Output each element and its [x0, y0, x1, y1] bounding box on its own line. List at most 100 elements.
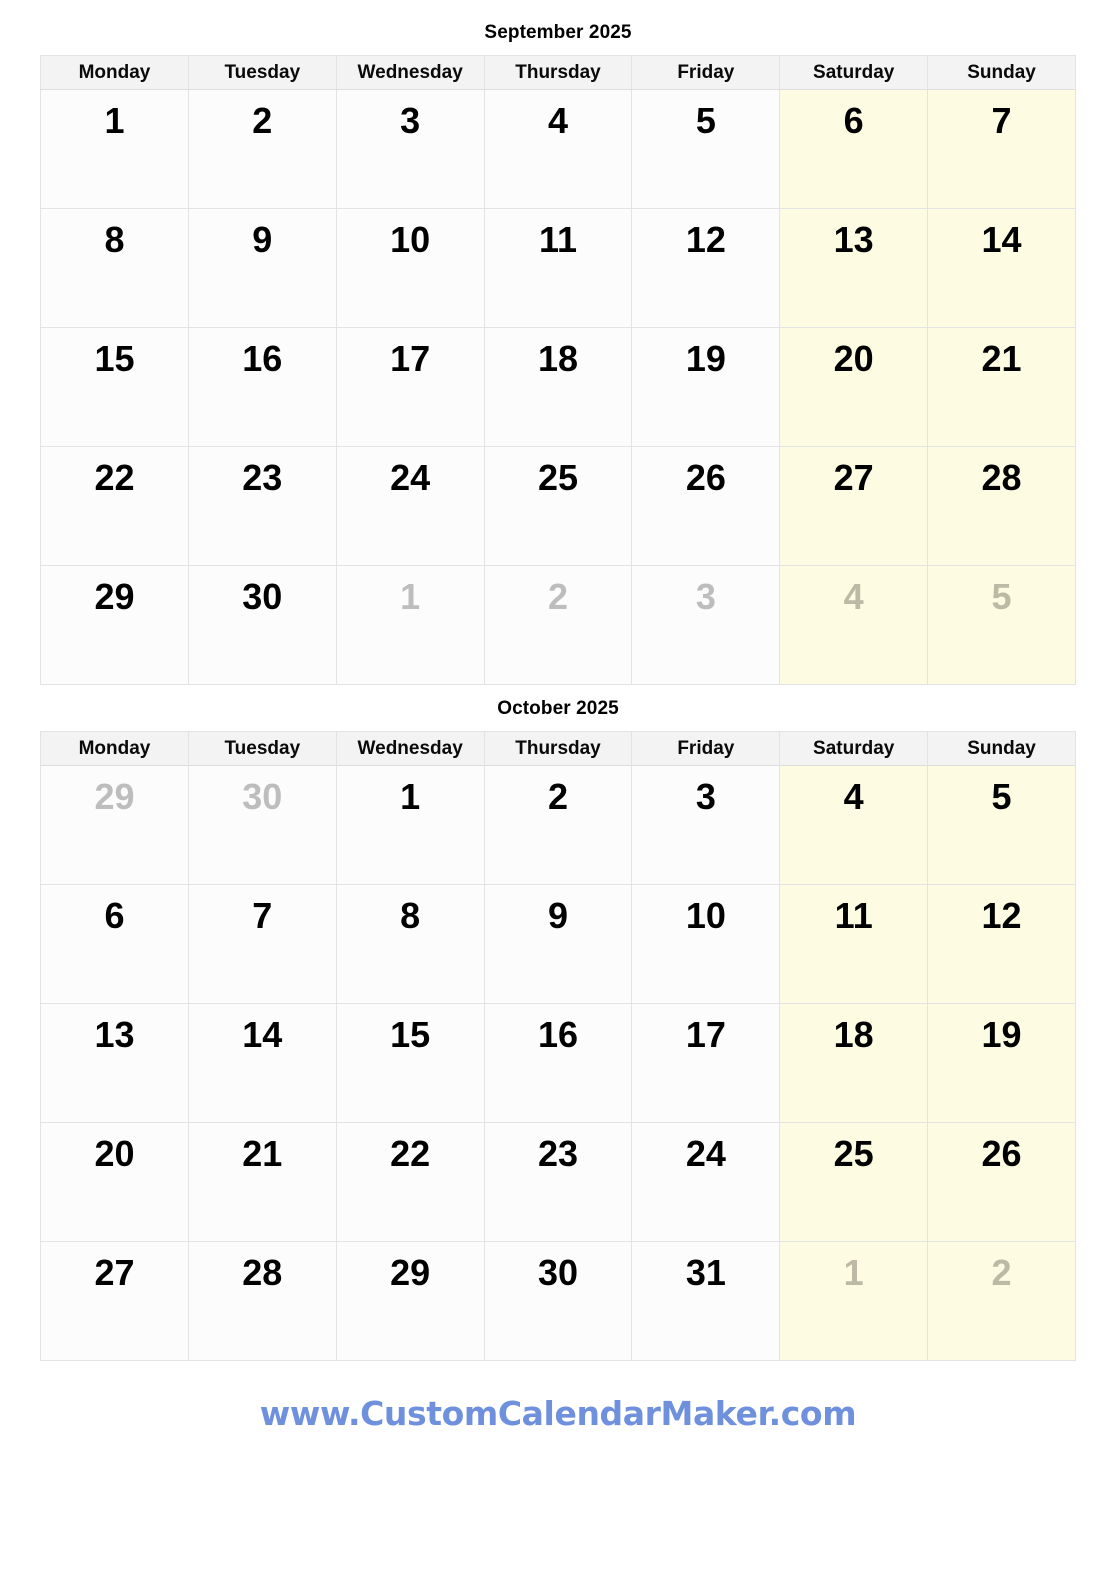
day-cell[interactable]: 22: [335, 1122, 485, 1242]
day-cell[interactable]: 12: [927, 884, 1076, 1004]
month-block-october: October 2025 Monday Tuesday Wednesday Thurs…: [0, 685, 1116, 1361]
day-cell[interactable]: 27: [40, 1241, 189, 1361]
day-number: 2: [252, 100, 273, 141]
day-cell[interactable]: 29: [40, 765, 189, 885]
day-number: 14: [242, 1014, 283, 1055]
day-cell[interactable]: 18: [483, 327, 633, 447]
day-number: 1: [400, 576, 421, 617]
weekday-header-friday: Friday: [631, 731, 781, 766]
day-cell[interactable]: 12: [631, 208, 781, 328]
day-cell[interactable]: 1: [40, 89, 189, 209]
day-cell[interactable]: 26: [631, 446, 781, 566]
day-cell[interactable]: 2: [483, 565, 633, 685]
day-cell[interactable]: 3: [631, 765, 781, 885]
day-cell[interactable]: 18: [779, 1003, 929, 1123]
day-cell[interactable]: 10: [631, 884, 781, 1004]
day-cell[interactable]: 30: [483, 1241, 633, 1361]
day-cell[interactable]: 6: [40, 884, 189, 1004]
day-cell[interactable]: 26: [927, 1122, 1076, 1242]
day-number: 22: [94, 457, 135, 498]
day-number: 28: [981, 457, 1022, 498]
weekday-header-saturday: Saturday: [779, 731, 929, 766]
day-cell[interactable]: 20: [40, 1122, 189, 1242]
weekday-header-tuesday: Tuesday: [187, 55, 337, 90]
day-number: 8: [104, 219, 125, 260]
day-cell[interactable]: 10: [335, 208, 485, 328]
day-cell[interactable]: 31: [631, 1241, 781, 1361]
day-cell[interactable]: 11: [779, 884, 929, 1004]
weekday-header-sunday: Sunday: [927, 55, 1076, 90]
day-cell[interactable]: 16: [187, 327, 337, 447]
day-cell[interactable]: 17: [631, 1003, 781, 1123]
day-number: 3: [695, 576, 716, 617]
day-cell[interactable]: 14: [187, 1003, 337, 1123]
day-cell[interactable]: 3: [631, 565, 781, 685]
day-number: 29: [390, 1252, 431, 1293]
day-number: 6: [104, 895, 125, 936]
day-cell[interactable]: 8: [335, 884, 485, 1004]
footer: www.CustomCalendarMaker.com: [0, 1361, 1116, 1433]
day-cell[interactable]: 30: [187, 765, 337, 885]
custom-calendar-maker-link[interactable]: www.CustomCalendarMaker.com: [260, 1394, 857, 1433]
day-cell[interactable]: 17: [335, 327, 485, 447]
day-cell[interactable]: 1: [335, 565, 485, 685]
day-cell[interactable]: 9: [187, 208, 337, 328]
day-cell[interactable]: 5: [631, 89, 781, 209]
day-cell[interactable]: 9: [483, 884, 633, 1004]
month-title: September 2025: [484, 22, 632, 43]
day-cell[interactable]: 3: [335, 89, 485, 209]
day-cell[interactable]: 15: [335, 1003, 485, 1123]
day-number: 29: [94, 576, 135, 617]
day-cell[interactable]: 27: [779, 446, 929, 566]
day-cell[interactable]: 25: [483, 446, 633, 566]
day-number: 2: [547, 776, 569, 817]
day-cell[interactable]: 30: [187, 565, 337, 685]
day-cell[interactable]: 8: [40, 208, 189, 328]
day-cell[interactable]: 4: [483, 89, 633, 209]
day-cell[interactable]: 13: [779, 208, 929, 328]
day-cell[interactable]: 13: [40, 1003, 189, 1123]
day-cell[interactable]: 11: [483, 208, 633, 328]
day-cell[interactable]: 4: [779, 765, 929, 885]
day-number: 3: [695, 776, 716, 817]
day-cell[interactable]: 24: [335, 446, 485, 566]
day-cell[interactable]: 22: [40, 446, 189, 566]
day-number: 1: [104, 100, 125, 141]
day-cell[interactable]: 7: [927, 89, 1076, 209]
day-cell[interactable]: 29: [40, 565, 189, 685]
weekday-header-friday: Friday: [631, 55, 781, 90]
day-number: 3: [400, 100, 421, 141]
day-cell[interactable]: 2: [483, 765, 633, 885]
day-cell[interactable]: 29: [335, 1241, 485, 1361]
day-cell[interactable]: 6: [779, 89, 929, 209]
day-cell[interactable]: 14: [927, 208, 1076, 328]
day-cell[interactable]: 4: [779, 565, 929, 685]
day-cell[interactable]: 20: [779, 327, 929, 447]
day-number: 1: [400, 776, 421, 817]
day-cell[interactable]: 23: [187, 446, 337, 566]
day-number: 19: [981, 1014, 1022, 1055]
day-cell[interactable]: 19: [631, 327, 781, 447]
day-number: 13: [94, 1014, 135, 1055]
day-cell[interactable]: 16: [483, 1003, 633, 1123]
day-cell[interactable]: 2: [187, 89, 337, 209]
day-cell[interactable]: 21: [187, 1122, 337, 1242]
day-cell[interactable]: 19: [927, 1003, 1076, 1123]
day-cell[interactable]: 5: [927, 765, 1076, 885]
day-cell[interactable]: 24: [631, 1122, 781, 1242]
day-number: 30: [242, 776, 283, 817]
day-number: 17: [685, 1014, 726, 1055]
day-cell[interactable]: 28: [927, 446, 1076, 566]
day-cell[interactable]: 1: [779, 1241, 929, 1361]
day-cell[interactable]: 15: [40, 327, 189, 447]
day-cell[interactable]: 2: [927, 1241, 1076, 1361]
day-cell[interactable]: 25: [779, 1122, 929, 1242]
day-cell[interactable]: 7: [187, 884, 337, 1004]
day-number: 5: [695, 100, 716, 141]
day-cell[interactable]: 28: [187, 1241, 337, 1361]
day-cell[interactable]: 1: [335, 765, 485, 885]
day-cell[interactable]: 23: [483, 1122, 633, 1242]
day-cell[interactable]: 5: [927, 565, 1076, 685]
day-number: 23: [537, 1133, 579, 1174]
day-cell[interactable]: 21: [927, 327, 1076, 447]
